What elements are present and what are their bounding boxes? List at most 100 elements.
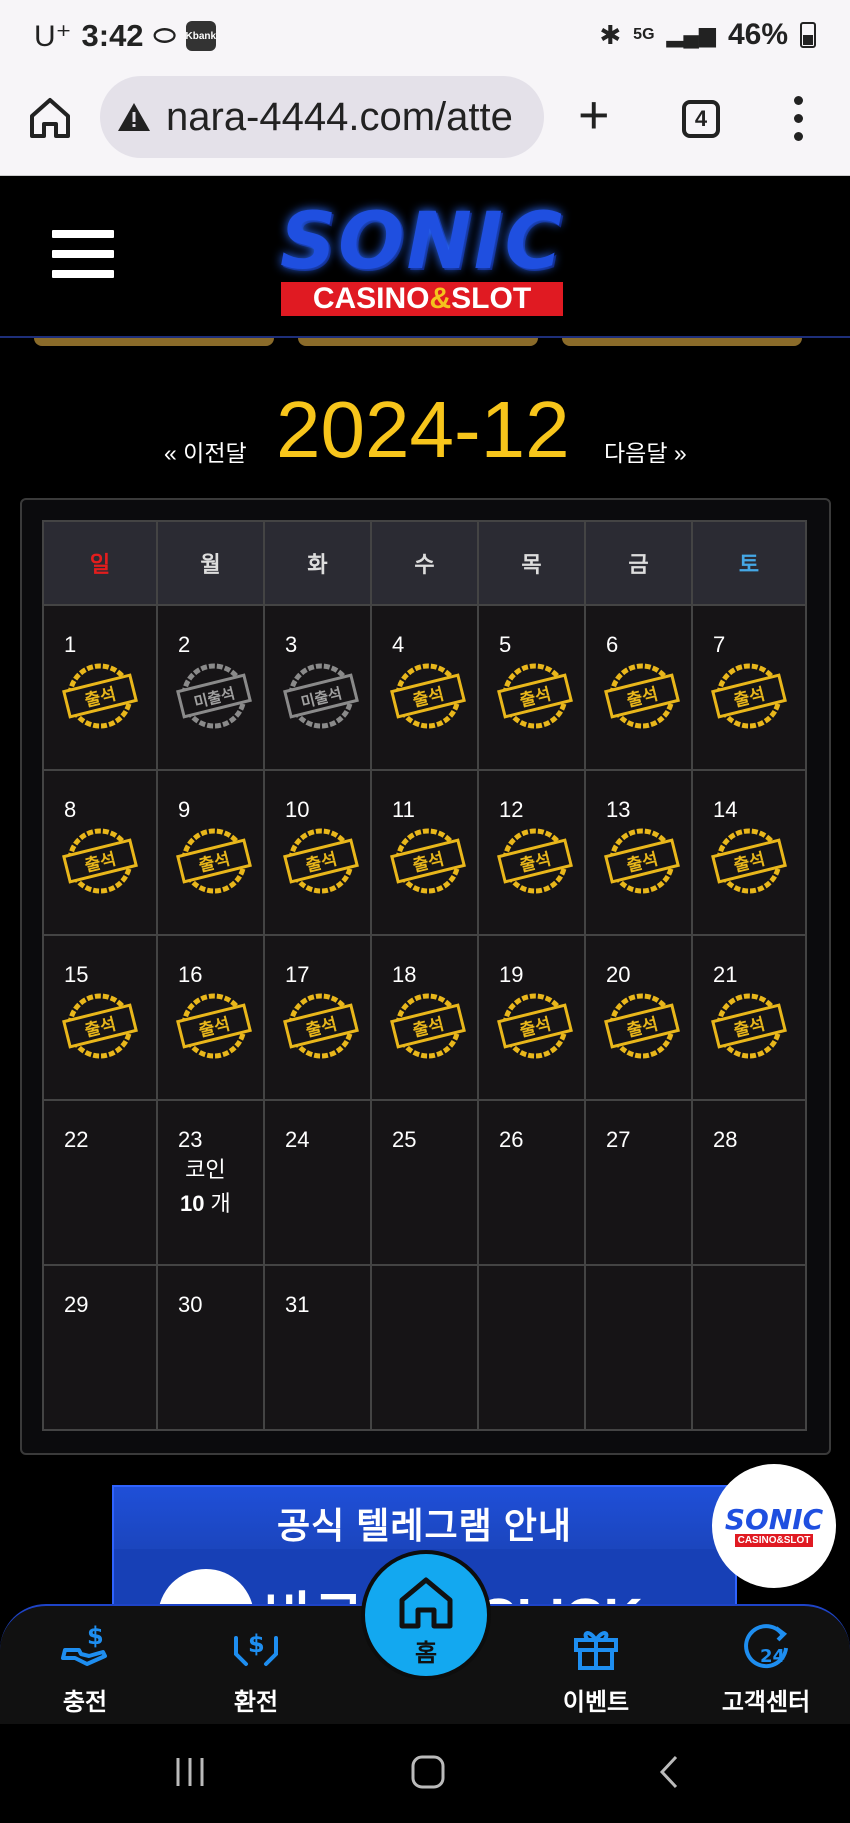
day-number: 11 xyxy=(392,797,415,822)
calendar-day-cell xyxy=(479,1266,586,1431)
calendar-day-cell[interactable]: 6 출석 xyxy=(586,606,693,771)
calendar-day-cell[interactable]: 5 출석 xyxy=(479,606,586,771)
calendar-day-cell[interactable]: 21 출석 xyxy=(693,936,807,1101)
signal-icon: ▂▄▆ xyxy=(666,22,716,47)
calendar-day-cell[interactable]: 1 출석 xyxy=(44,606,158,771)
calendar-day-cell[interactable]: 13 출석 xyxy=(586,771,693,936)
day-number: 23 xyxy=(178,1127,203,1152)
calendar-day-cell xyxy=(693,1266,807,1431)
status-left: U⁺ 3:42 ⬭ Kbank xyxy=(34,18,216,54)
home-icon xyxy=(399,1577,453,1629)
logo-main-text: SONIC xyxy=(279,197,565,287)
nav-support[interactable]: 24 고객센터 xyxy=(706,1618,826,1717)
calendar-day-cell[interactable]: 12 출석 xyxy=(479,771,586,936)
day-number: 21 xyxy=(713,962,738,987)
calendar-day-cell[interactable]: 14 출석 xyxy=(693,771,807,936)
weekday-sun: 일 xyxy=(44,522,158,606)
menu-tab-stub[interactable] xyxy=(34,338,274,346)
browser-menu-icon[interactable] xyxy=(794,96,806,141)
attended-stamp-icon: 출석 xyxy=(390,993,466,1059)
day-number: 17 xyxy=(285,962,310,987)
day-number: 24 xyxy=(285,1127,310,1152)
calendar-day-cell[interactable]: 9 출석 xyxy=(158,771,265,936)
address-bar[interactable]: nara-4444.com/atte xyxy=(100,76,544,158)
attended-stamp-icon: 출석 xyxy=(62,828,138,894)
nav-exchange[interactable]: $ 환전 xyxy=(196,1618,316,1717)
day-number: 5 xyxy=(499,632,512,657)
weekday-fri: 금 xyxy=(586,522,693,606)
reward-amount-line: 10 개 xyxy=(180,1187,231,1221)
bluetooth-icon: ✱ xyxy=(599,19,622,50)
battery-icon xyxy=(800,22,816,48)
weekday-mon: 월 xyxy=(158,522,265,606)
calendar-day-cell[interactable]: 19 출석 xyxy=(479,936,586,1101)
calendar-day-cell[interactable]: 4 출석 xyxy=(372,606,479,771)
system-home-icon[interactable] xyxy=(410,1754,446,1790)
calendar-day-cell[interactable]: 22 xyxy=(44,1101,158,1266)
reward-label: 코인 xyxy=(185,1157,226,1182)
calendar-day-cell[interactable]: 17 출석 xyxy=(265,936,372,1101)
day-number: 6 xyxy=(606,632,619,657)
nav-exchange-label: 환전 xyxy=(233,1689,279,1716)
menu-tab-stub[interactable] xyxy=(298,338,538,346)
calendar-day-cell[interactable]: 29 xyxy=(44,1266,158,1431)
network-type: 5G xyxy=(633,26,655,43)
day-number: 10 xyxy=(285,797,310,822)
calendar-day-cell[interactable]: 24 xyxy=(265,1101,372,1266)
tab-switcher-button[interactable]: 4 xyxy=(682,100,720,138)
calendar-day-cell[interactable]: 25 xyxy=(372,1101,479,1266)
menu-tab-stub[interactable] xyxy=(562,338,802,346)
nav-home-button[interactable]: 홈 xyxy=(361,1550,491,1680)
calendar-day-cell[interactable]: 18 출석 xyxy=(372,936,479,1101)
next-month-link[interactable]: 다음달 » xyxy=(604,434,687,468)
day-number: 16 xyxy=(178,962,203,987)
menu-tab-stubs xyxy=(0,338,850,348)
system-navigation-bar xyxy=(0,1724,850,1823)
pill-icon: ⬭ xyxy=(153,20,176,50)
calendar-day-cell[interactable]: 23 코인 10 개 xyxy=(158,1101,265,1266)
attended-stamp-icon: 출석 xyxy=(390,663,466,729)
site-logo[interactable]: SONIC CASINO&SLOT xyxy=(262,197,582,316)
gift-icon xyxy=(574,1631,618,1670)
calendar-day-cell[interactable]: 31 xyxy=(265,1266,372,1431)
calendar-day-cell[interactable]: 20 출석 xyxy=(586,936,693,1101)
calendar-day-cell[interactable]: 27 xyxy=(586,1101,693,1266)
attended-stamp-icon: 출석 xyxy=(62,663,138,729)
day-number: 1 xyxy=(64,632,77,657)
status-right: ✱ 5G ▂▄▆ 46% xyxy=(599,18,816,52)
svg-text:$: $ xyxy=(248,1630,265,1658)
carrier-label: U⁺ xyxy=(34,19,72,53)
calendar-day-cell[interactable]: 2 미출석 xyxy=(158,606,265,771)
weekday-wed: 수 xyxy=(372,522,479,606)
calendar-day-cell[interactable]: 26 xyxy=(479,1101,586,1266)
logo-slot-word: SLOT xyxy=(451,282,532,315)
nav-charge[interactable]: $ 충전 xyxy=(25,1618,145,1717)
calendar-day-cell[interactable]: 7 출석 xyxy=(693,606,807,771)
hamburger-menu-icon[interactable] xyxy=(52,230,114,290)
calendar-day-cell[interactable]: 11 출석 xyxy=(372,771,479,936)
warning-icon xyxy=(118,103,150,131)
home-icon[interactable] xyxy=(26,94,74,142)
attended-stamp-icon: 출석 xyxy=(711,663,787,729)
nav-event[interactable]: 이벤트 xyxy=(536,1618,656,1717)
calendar-day-cell[interactable]: 30 xyxy=(158,1266,265,1431)
logo-casino-word: CASINO xyxy=(312,282,430,315)
day-number: 3 xyxy=(285,632,298,657)
calendar-day-cell[interactable]: 8 출석 xyxy=(44,771,158,936)
reward-unit: 개 xyxy=(210,1191,231,1216)
prev-month-link[interactable]: « 이전달 xyxy=(164,434,247,468)
sonic-floating-badge[interactable]: SONIC CASINO&SLOT xyxy=(712,1464,836,1588)
day-number: 14 xyxy=(713,797,738,822)
calendar-day-cell[interactable]: 10 출석 xyxy=(265,771,372,936)
calendar-day-cell[interactable]: 3 미출석 xyxy=(265,606,372,771)
calendar-day-cell[interactable]: 16 출석 xyxy=(158,936,265,1101)
new-tab-button[interactable]: + xyxy=(578,88,610,142)
back-icon[interactable] xyxy=(652,1754,688,1790)
weekday-sat: 토 xyxy=(693,522,807,606)
calendar-day-cell[interactable]: 15 출석 xyxy=(44,936,158,1101)
svg-text:24: 24 xyxy=(760,1646,785,1667)
recent-apps-icon[interactable] xyxy=(172,1754,208,1790)
calendar-day-cell[interactable]: 28 xyxy=(693,1101,807,1266)
absent-stamp-icon: 미출석 xyxy=(283,663,359,729)
logo-sub-text: CASINO&SLOT xyxy=(281,282,563,316)
